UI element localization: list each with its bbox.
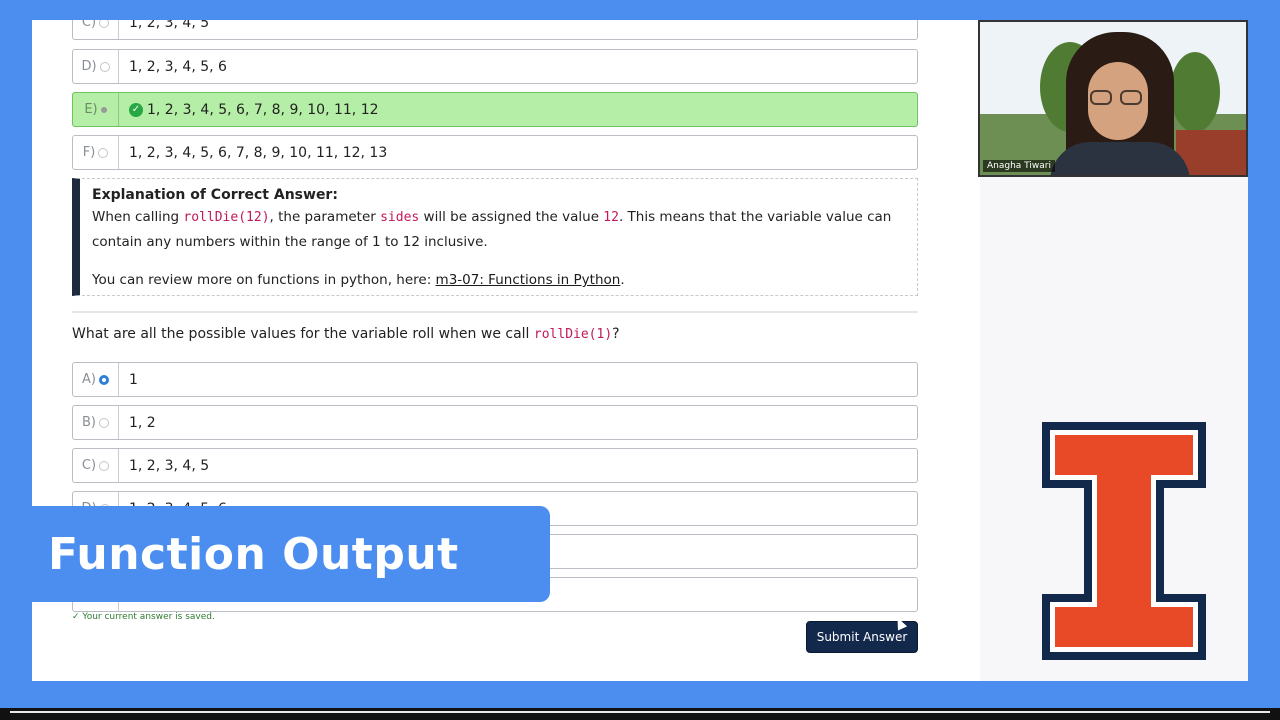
functions-link[interactable]: m3-07: Functions in Python — [436, 272, 621, 288]
check-icon: ✓ — [129, 102, 143, 117]
code-snippet: rollDie(12) — [183, 210, 270, 225]
prev-option-e-correct[interactable]: E) ✓ 1, 2, 3, 4, 5, 6, 7, 8, 9, 10, 11, 1… — [72, 92, 918, 127]
radio-icon[interactable] — [100, 106, 107, 113]
overlay-title: Function Output — [48, 528, 459, 580]
participant-name: Anagha Tiwari — [983, 160, 1055, 172]
explanation-heading: Explanation of Correct Answer: — [92, 187, 338, 203]
option-letter: F) — [82, 145, 96, 160]
radio-selected-icon[interactable] — [98, 374, 109, 385]
option-value: 1, 2 — [129, 414, 156, 431]
option-value: 1, 2, 3, 4, 5, 6, 7, 8, 9, 10, 11, 12, 1… — [129, 144, 388, 161]
option-letter: C) — [81, 20, 97, 30]
option-letter: B) — [82, 415, 96, 430]
option-value: 1 — [129, 371, 138, 388]
option-value: 1, 2, 3, 4, 5 — [129, 457, 210, 474]
radio-icon[interactable] — [98, 147, 109, 158]
option-letter: C) — [81, 458, 97, 473]
option-c[interactable]: C) 1, 2, 3, 4, 5 — [72, 448, 918, 483]
radio-icon[interactable] — [99, 61, 110, 72]
option-b[interactable]: B) 1, 2 — [72, 405, 918, 440]
explanation-box: Explanation of Correct Answer: When call… — [72, 178, 918, 296]
bottom-strip — [0, 708, 1280, 720]
saved-status: ✓ Your current answer is saved. — [72, 612, 215, 622]
code-snippet: rollDie(1) — [533, 327, 613, 342]
prev-option-c[interactable]: C) 1, 2, 3, 4, 5 — [72, 20, 918, 40]
radio-icon[interactable] — [99, 417, 109, 428]
explanation-text: When calling rollDie(12), the parameter … — [92, 209, 892, 250]
question-text: What are all the possible values for the… — [72, 326, 620, 342]
option-a[interactable]: A) 1 — [72, 362, 918, 397]
divider — [72, 311, 918, 313]
review-line: You can review more on functions in pyth… — [92, 272, 625, 288]
prev-option-d[interactable]: D) 1, 2, 3, 4, 5, 6 — [72, 49, 918, 84]
radio-icon[interactable] — [99, 460, 110, 471]
webcam-video: Anagha Tiwari — [978, 20, 1248, 177]
option-letter: A) — [82, 372, 96, 387]
prev-option-f[interactable]: F) 1, 2, 3, 4, 5, 6, 7, 8, 9, 10, 11, 12… — [72, 135, 918, 170]
option-value: 1, 2, 3, 4, 5 — [129, 20, 210, 31]
option-value: 1, 2, 3, 4, 5, 6 — [129, 58, 227, 75]
option-letter: D) — [81, 59, 97, 74]
glasses — [1090, 90, 1146, 106]
code-snippet: 12 — [603, 210, 619, 225]
title-overlay: Function Output — [30, 506, 550, 602]
option-letter: E) — [84, 102, 98, 117]
block-i-logo-icon — [1042, 422, 1206, 660]
option-value: 1, 2, 3, 4, 5, 6, 7, 8, 9, 10, 11, 12 — [147, 101, 379, 118]
radio-icon[interactable] — [99, 20, 110, 28]
code-snippet: sides — [380, 210, 420, 225]
